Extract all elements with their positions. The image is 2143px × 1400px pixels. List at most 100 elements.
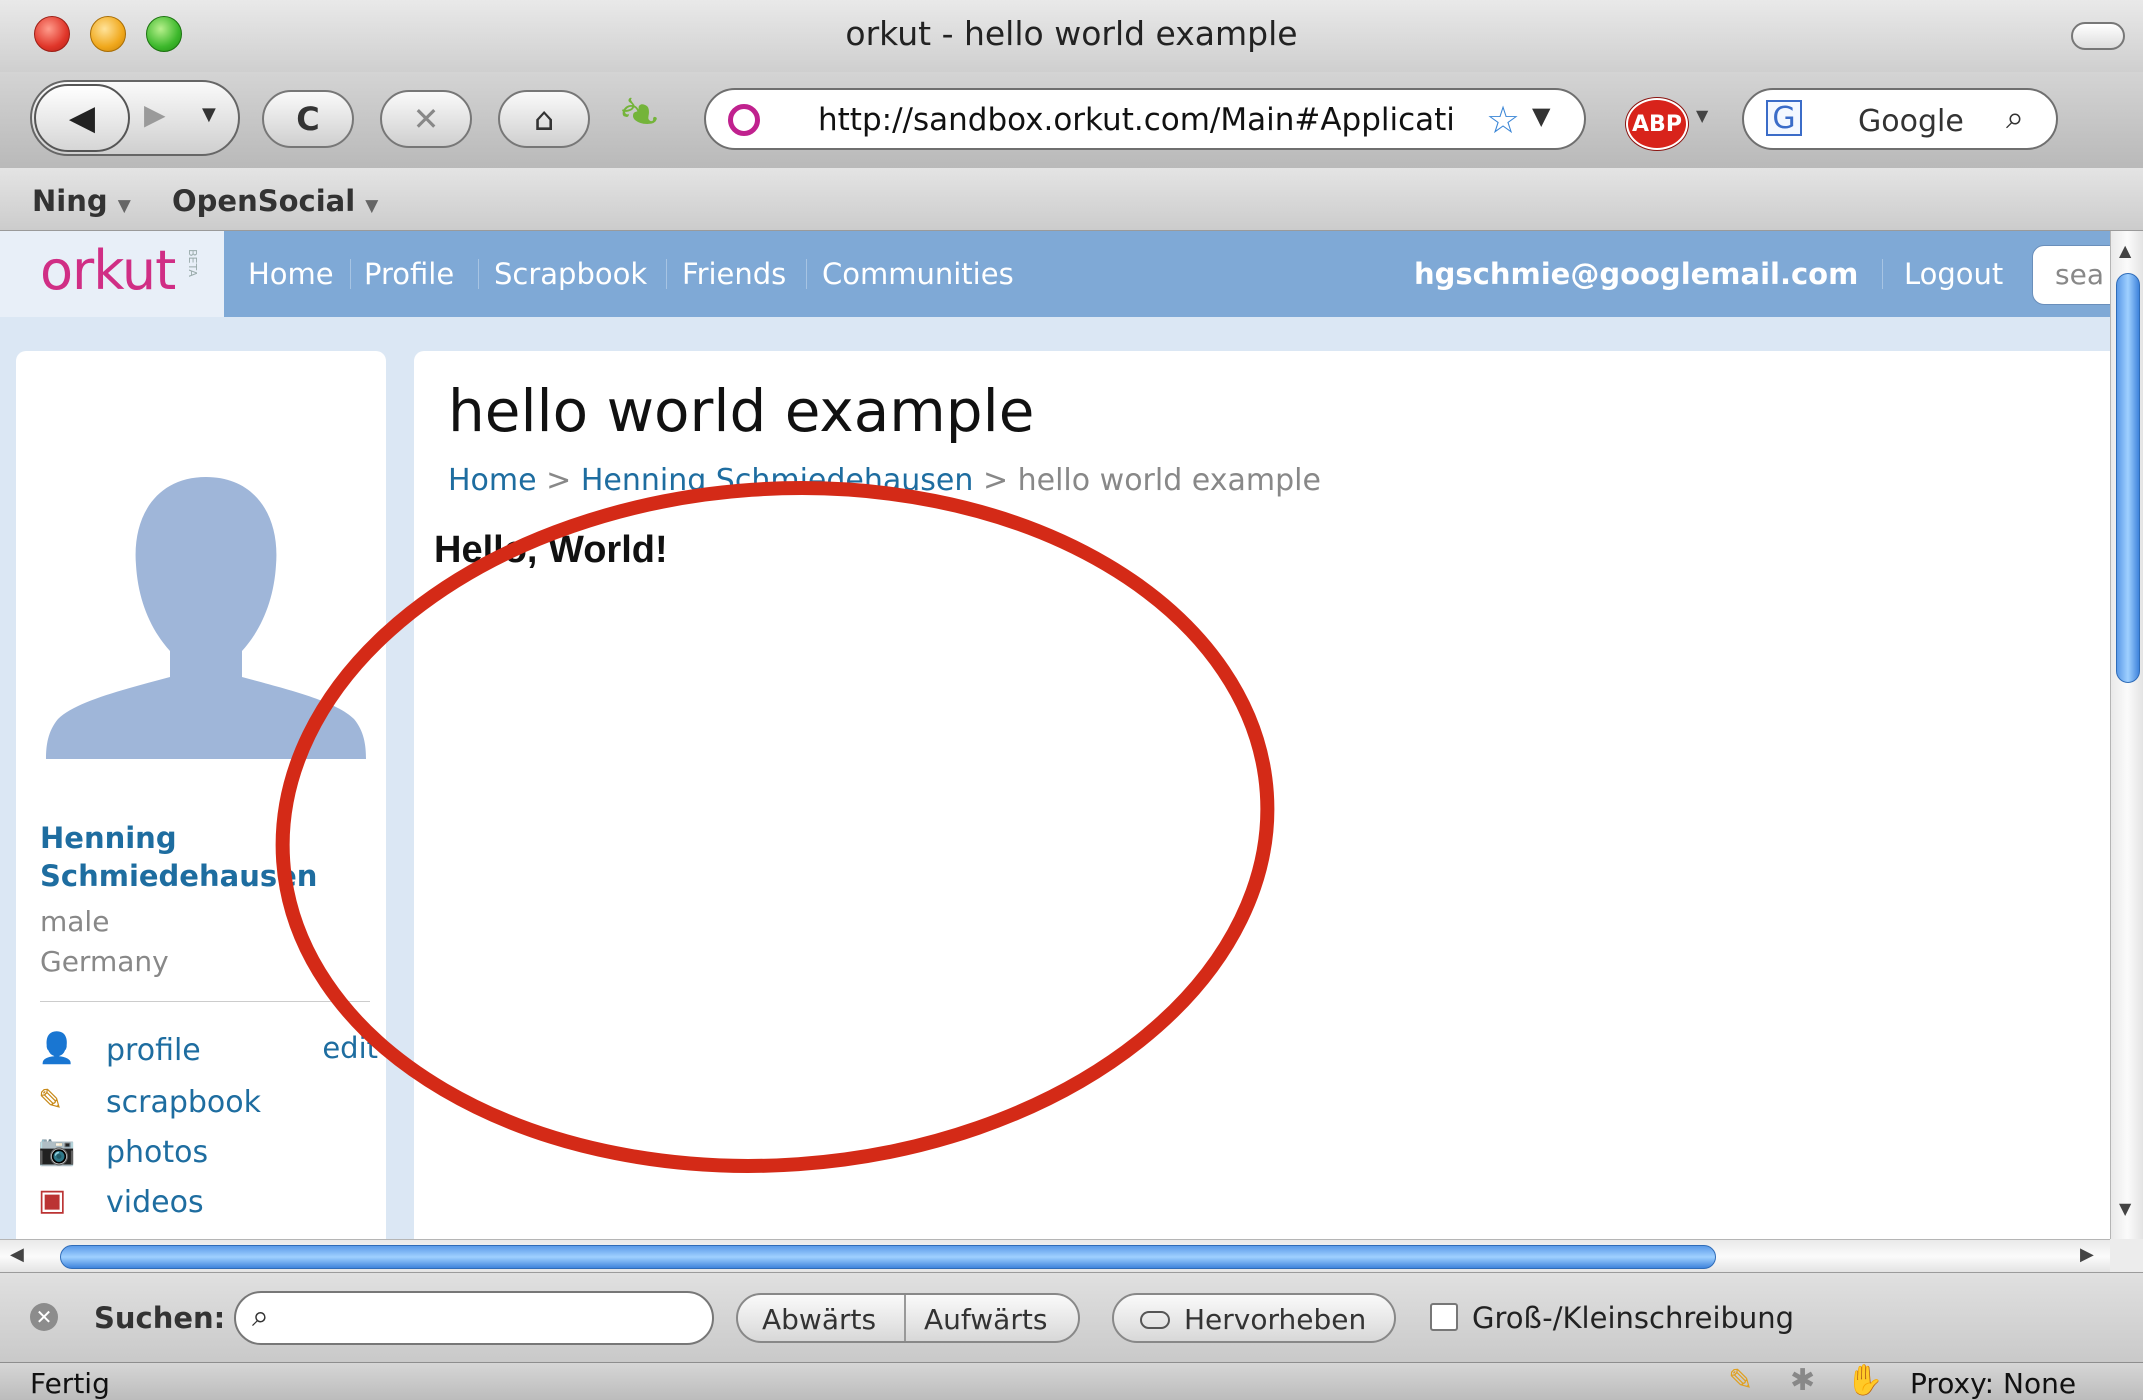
bookmark-label: Ning [32, 184, 108, 218]
reload-icon: C [296, 100, 320, 138]
sidebar-item-label[interactable]: scrapbook [106, 1085, 261, 1120]
stop-button[interactable]: ✕ [380, 90, 472, 148]
breadcrumb-home[interactable]: Home [448, 463, 537, 498]
profile-sidebar: Henning Schmiedehausen male Germany 👤 pr… [16, 351, 386, 1251]
find-navigation-group: Abwärts Aufwärts [736, 1293, 1080, 1343]
nav-separator [1882, 259, 1883, 289]
app-content-panel: hello world example Home > Henning Schmi… [414, 351, 2114, 1251]
default-avatar-icon[interactable] [36, 469, 376, 759]
highlight-all-button[interactable]: Hervorheben [1112, 1293, 1396, 1343]
orkut-favicon-icon [728, 104, 760, 136]
bookmark-folder-ning[interactable]: Ning ▼ [32, 184, 131, 218]
url-history-dropdown-icon[interactable]: ▼ [1532, 102, 1550, 130]
sidebar-item-photos[interactable]: 📷 photos [38, 1131, 378, 1175]
profile-country: Germany [40, 945, 169, 978]
sidebar-item-profile[interactable]: 👤 profile edit [38, 1029, 378, 1073]
notes-icon[interactable]: ✎ [1728, 1363, 1753, 1398]
history-dropdown-icon[interactable]: ▼ [202, 104, 216, 125]
vertical-scrollbar[interactable]: ▲ ▼ [2110, 231, 2143, 1239]
close-find-bar-icon[interactable]: ✕ [30, 1303, 58, 1331]
sidebar-item-label[interactable]: photos [106, 1135, 208, 1170]
bookmarks-bar: Ning ▼ OpenSocial ▼ [0, 168, 2143, 231]
nav-home[interactable]: Home [248, 257, 334, 291]
orkut-logo-area[interactable]: orkut BETA [0, 231, 224, 317]
bookmark-star-icon[interactable]: ☆ [1486, 98, 1520, 142]
nav-communities[interactable]: Communities [822, 257, 1014, 291]
window-titlebar: orkut - hello world example [0, 0, 2143, 72]
adblock-dropdown-icon[interactable]: ▼ [1696, 106, 1708, 125]
find-bar: ✕ Suchen: ⌕ Abwärts Aufwärts Hervorheben… [0, 1272, 2143, 1363]
profile-last-name[interactable]: Schmiedehausen [40, 857, 317, 895]
home-icon: ⌂ [533, 100, 555, 138]
back-button[interactable]: ◀ [34, 84, 130, 152]
user-email: hgschmie@googlemail.com [1414, 257, 1859, 291]
scroll-up-arrow-icon[interactable]: ▲ [2119, 241, 2131, 260]
nav-separator [666, 259, 667, 289]
page-body: Henning Schmiedehausen male Germany 👤 pr… [0, 317, 2114, 1251]
app-output-text: Hello, World! [434, 529, 668, 571]
toolbar-toggle-button[interactable] [2071, 22, 2125, 50]
vertical-scroll-thumb[interactable] [2116, 273, 2140, 683]
hand-icon[interactable]: ✋ [1846, 1363, 1883, 1398]
orkut-header: orkut BETA Home Profile Scrapbook Friend… [0, 231, 2112, 317]
reload-button[interactable]: C [262, 90, 354, 148]
browser-toolbar: ◀ ▶ ▼ C ✕ ⌂ ❧ http://sandbox.orkut.com/M… [0, 72, 2143, 169]
scroll-left-arrow-icon[interactable]: ◀ [10, 1244, 24, 1265]
profile-first-name[interactable]: Henning [40, 819, 317, 857]
scroll-right-arrow-icon[interactable]: ▶ [2080, 1244, 2094, 1265]
window-title: orkut - hello world example [845, 14, 1298, 53]
video-icon: ▣ [38, 1183, 67, 1218]
breadcrumb-user[interactable]: Henning Schmiedehausen [581, 463, 974, 498]
highlight-label: Hervorheben [1184, 1303, 1367, 1336]
sidebar-item-videos[interactable]: ▣ videos [38, 1181, 378, 1225]
find-label: Suchen: [94, 1301, 226, 1335]
bookmark-folder-opensocial[interactable]: OpenSocial ▼ [172, 184, 378, 218]
horizontal-scrollbar[interactable]: ◀ ▶ [0, 1239, 2110, 1273]
back-forward-group: ◀ ▶ ▼ [30, 80, 240, 156]
camera-icon: 📷 [38, 1133, 76, 1168]
search-engine-label: Google [1858, 104, 1964, 139]
sidebar-item-label[interactable]: profile [106, 1033, 201, 1068]
orkut-logo[interactable]: orkut [40, 239, 176, 302]
url-text[interactable]: http://sandbox.orkut.com/Main#Applicati [818, 102, 1498, 138]
nav-separator [806, 259, 807, 289]
leaf-extension-icon[interactable]: ❧ [609, 78, 670, 149]
find-next-down-button[interactable]: Abwärts [762, 1303, 876, 1336]
google-engine-icon[interactable]: G [1766, 100, 1802, 136]
scrapbook-icon: ✎ [38, 1083, 64, 1118]
scroll-down-arrow-icon[interactable]: ▼ [2119, 1199, 2131, 1218]
nav-friends[interactable]: Friends [682, 257, 786, 291]
stop-icon: ✕ [412, 100, 440, 138]
bookmark-label: OpenSocial [172, 184, 356, 218]
breadcrumb-current: hello world example [1017, 463, 1321, 498]
breadcrumb-separator: > [546, 463, 572, 498]
match-case-checkbox[interactable] [1430, 1303, 1458, 1331]
divider [40, 1001, 370, 1002]
web-search-field[interactable]: G Google ⌕ [1742, 88, 2058, 150]
nav-scrapbook[interactable]: Scrapbook [494, 257, 647, 291]
orkut-search-input[interactable]: sea [2032, 245, 2112, 305]
logout-link[interactable]: Logout [1904, 257, 2003, 291]
proxy-status[interactable]: Proxy: None [1910, 1367, 2076, 1400]
breadcrumb: Home > Henning Schmiedehausen > hello wo… [448, 463, 1321, 498]
url-bar[interactable]: http://sandbox.orkut.com/Main#Applicati … [704, 88, 1586, 150]
home-button[interactable]: ⌂ [498, 90, 590, 148]
search-icon[interactable]: ⌕ [2006, 98, 2024, 137]
horizontal-scroll-thumb[interactable] [60, 1245, 1716, 1269]
status-text: Fertig [30, 1367, 110, 1400]
nav-separator [350, 259, 351, 289]
adblock-plus-icon[interactable]: ABP [1626, 98, 1688, 150]
nav-profile[interactable]: Profile [364, 257, 454, 291]
match-case-label[interactable]: Groß-/Kleinschreibung [1472, 1301, 1794, 1335]
find-input[interactable]: ⌕ [234, 1291, 714, 1345]
sidebar-item-label[interactable]: videos [106, 1185, 204, 1220]
sidebar-item-scrapbook[interactable]: ✎ scrapbook [38, 1081, 378, 1125]
firebug-icon[interactable]: ✱ [1790, 1363, 1815, 1398]
profile-name[interactable]: Henning Schmiedehausen [40, 819, 317, 895]
find-previous-up-button[interactable]: Aufwärts [924, 1303, 1047, 1336]
back-arrow-icon: ◀ [68, 98, 96, 138]
chevron-down-icon: ▼ [365, 196, 379, 216]
edit-profile-link[interactable]: edit [322, 1031, 378, 1065]
forward-button[interactable]: ▶ [144, 98, 166, 131]
status-bar: Fertig ✎ ✱ ✋ Proxy: None [0, 1362, 2143, 1400]
